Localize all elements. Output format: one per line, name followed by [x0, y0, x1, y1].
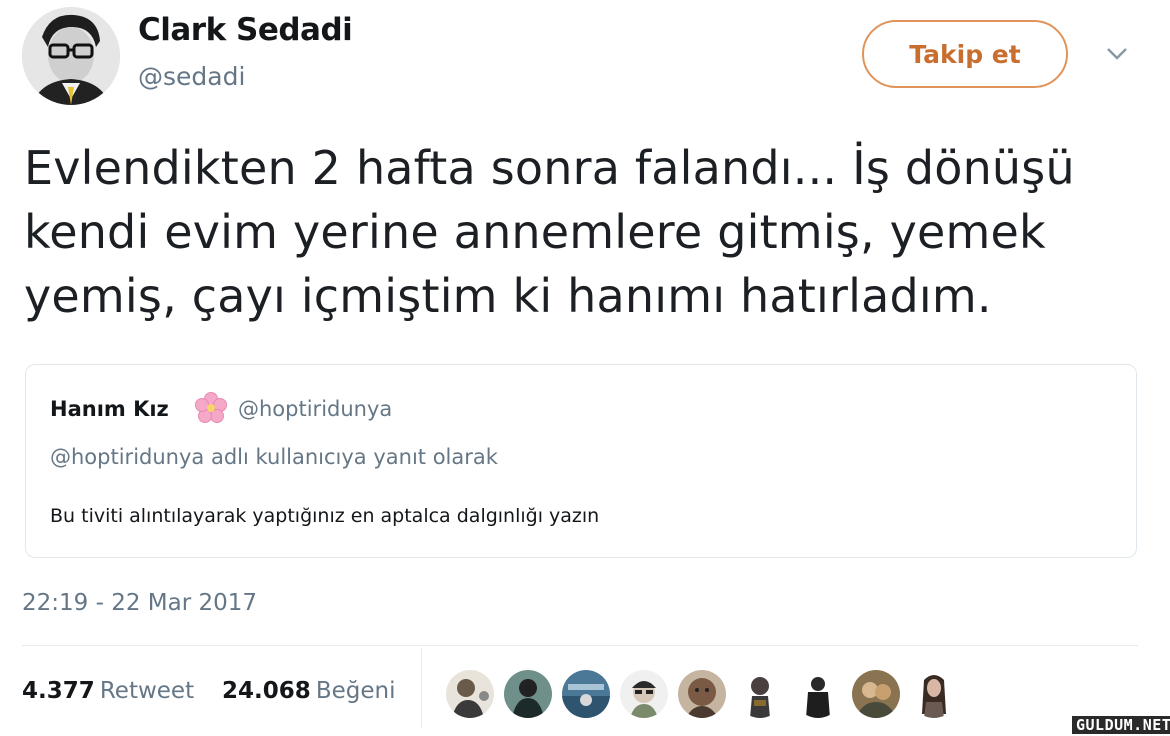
author-handle[interactable]: @sedadi	[138, 62, 245, 91]
quoted-tweet-card[interactable]: Hanım Kız @hoptiridunya @hoptiridunya ad…	[25, 364, 1137, 558]
tweet-line: yemiş, çayı içmiştim ki hanımı hatırladı…	[24, 269, 992, 323]
quoted-tweet-text: Bu tiviti alıntılayarak yaptığınız en ap…	[50, 505, 600, 527]
author-display-name[interactable]: Clark Sedadi	[138, 12, 353, 48]
author-avatar[interactable]	[22, 7, 120, 105]
liker-avatar-2[interactable]	[504, 670, 552, 718]
cherry-blossom-icon	[194, 391, 228, 425]
like-count: 24.068	[222, 678, 311, 704]
follow-button-label: Takip et	[909, 39, 1021, 69]
retweet-stat[interactable]: 4.377 Retweet	[22, 678, 194, 704]
watermark: GULDUM.NET	[1072, 716, 1170, 734]
tweet-timestamp[interactable]: 22:19 - 22 Mar 2017	[22, 590, 257, 616]
reply-context[interactable]: @hoptiridunya adlı kullanıcıya yanıt ola…	[50, 445, 498, 469]
quoted-author-name: Hanım Kız	[50, 397, 169, 421]
liker-avatar-3[interactable]	[562, 670, 610, 718]
follow-button[interactable]: Takip et	[862, 20, 1068, 88]
divider	[22, 645, 1138, 646]
liker-avatar-7[interactable]	[794, 670, 842, 718]
liker-avatar-1[interactable]	[446, 670, 494, 718]
like-label: Beğeni	[315, 678, 396, 704]
like-stat[interactable]: 24.068 Beğeni	[222, 678, 396, 704]
chevron-down-icon[interactable]	[1102, 42, 1132, 66]
quoted-author-handle: @hoptiridunya	[238, 397, 393, 421]
liker-avatar-9[interactable]	[910, 670, 958, 718]
liker-avatar-5[interactable]	[678, 670, 726, 718]
liker-avatar-6[interactable]	[736, 670, 784, 718]
tweet-text: Evlendikten 2 hafta sonra falandı... İş …	[24, 136, 1134, 328]
tweet-line: kendi evim yerine annemlere gitmiş, yeme…	[24, 205, 1046, 259]
liker-avatar-8[interactable]	[852, 670, 900, 718]
stats-divider	[421, 648, 422, 728]
tweet-line: Evlendikten 2 hafta sonra falandı... İş …	[24, 141, 1075, 195]
liker-avatar-4[interactable]	[620, 670, 668, 718]
retweet-label: Retweet	[99, 678, 195, 704]
retweet-count: 4.377	[22, 678, 95, 704]
profile-photo-icon	[22, 7, 120, 105]
